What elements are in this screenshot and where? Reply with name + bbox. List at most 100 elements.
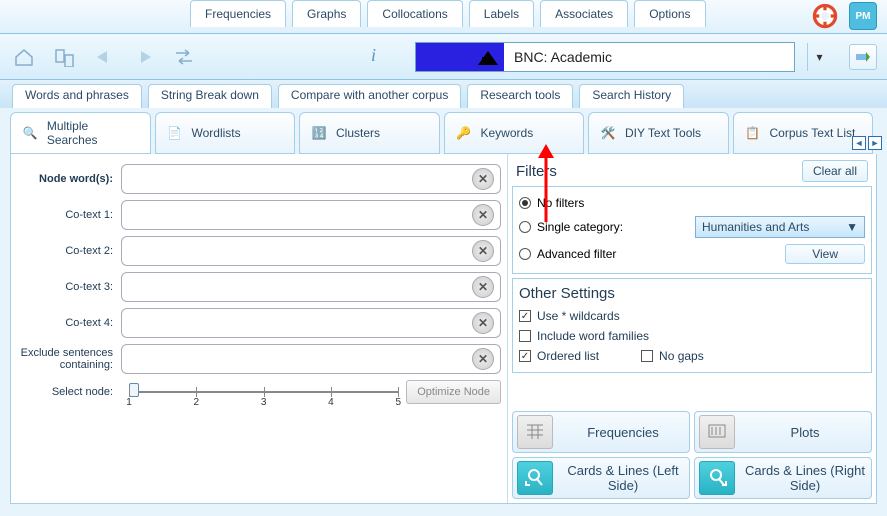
tool-prev-icon[interactable]: ◄ — [852, 136, 866, 150]
cards-left-icon — [517, 461, 553, 495]
corpus-dropdown[interactable]: BNC: Academic — [415, 42, 795, 72]
label-single-category: Single category: — [537, 220, 623, 234]
swap-icon[interactable] — [170, 45, 198, 69]
info-icon[interactable]: i — [371, 45, 395, 69]
label-select-node: Select node: — [17, 386, 121, 398]
tab-options[interactable]: Options — [634, 0, 705, 27]
tool-next-icon[interactable]: ► — [868, 136, 882, 150]
tab-associates[interactable]: Associates — [540, 0, 628, 27]
save-icon[interactable] — [50, 45, 78, 69]
tooltab-wordlists[interactable]: 📄 Wordlists — [155, 112, 296, 154]
diy-icon: 🛠️ — [597, 122, 619, 144]
label-wildcards: Use * wildcards — [537, 309, 620, 323]
label-no-gaps: No gaps — [659, 349, 704, 363]
tab-collocations[interactable]: Collocations — [367, 0, 462, 27]
radio-advanced-filter[interactable] — [519, 248, 531, 260]
tab-search-history[interactable]: Search History — [579, 84, 684, 108]
tab-labels[interactable]: Labels — [469, 0, 534, 27]
slider-tick: 4 — [328, 397, 334, 408]
tab-compare-corpus[interactable]: Compare with another corpus — [278, 84, 461, 108]
clear-icon[interactable]: ✕ — [472, 240, 494, 262]
pm-globe-icon[interactable]: PM — [849, 2, 877, 30]
tooltab-label: DIY Text Tools — [625, 126, 701, 140]
slider-tick: 5 — [395, 397, 401, 408]
checkbox-no-gaps[interactable] — [641, 350, 653, 362]
tooltab-diy-text[interactable]: 🛠️ DIY Text Tools — [588, 112, 729, 154]
cards-right-label: Cards & Lines (Right Side) — [743, 463, 867, 493]
run-button[interactable] — [849, 44, 877, 70]
label-exclude: Exclude sentences containing: — [17, 347, 121, 371]
input-cotext1[interactable]: ✕ — [121, 200, 501, 230]
tab-words-phrases[interactable]: Words and phrases — [12, 84, 142, 108]
plots-label: Plots — [743, 425, 867, 440]
corpus-name: BNC: Academic — [504, 49, 794, 65]
slider-tick: 1 — [126, 397, 132, 408]
clear-icon[interactable]: ✕ — [472, 168, 494, 190]
tab-frequencies[interactable]: Frequencies — [190, 0, 286, 27]
clear-icon[interactable]: ✕ — [472, 348, 494, 370]
clear-icon[interactable]: ✕ — [472, 312, 494, 334]
cards-left-label: Cards & Lines (Left Side) — [561, 463, 685, 493]
forward-icon[interactable] — [130, 45, 158, 69]
radio-no-filters[interactable] — [519, 197, 531, 209]
frequencies-icon — [517, 415, 553, 449]
checkbox-ordered-list[interactable]: ✓ — [519, 350, 531, 362]
label-no-filters: No filters — [537, 196, 584, 210]
select-node-slider[interactable]: 1 2 3 4 5 — [129, 381, 398, 403]
checkbox-word-families[interactable] — [519, 330, 531, 342]
category-value: Humanities and Arts — [702, 220, 809, 234]
corpus-dropdown-arrow[interactable]: ▾ — [807, 43, 831, 71]
plots-button[interactable]: Plots — [694, 411, 872, 453]
tooltab-multiple-searches[interactable]: 🔍 Multiple Searches — [10, 112, 151, 154]
filters-heading: Filters — [516, 163, 557, 180]
label-ordered-list: Ordered list — [537, 349, 599, 363]
help-icon[interactable] — [811, 2, 839, 30]
chevron-down-icon: ▼ — [846, 220, 858, 234]
radio-single-category[interactable] — [519, 221, 531, 233]
label-advanced-filter: Advanced filter — [537, 247, 616, 261]
label-word-families: Include word families — [537, 329, 649, 343]
clear-icon[interactable]: ✕ — [472, 276, 494, 298]
label-node-words: Node word(s): — [17, 173, 121, 185]
optimize-node-button[interactable]: Optimize Node — [406, 380, 501, 404]
checkbox-wildcards[interactable]: ✓ — [519, 310, 531, 322]
cards-right-icon — [699, 461, 735, 495]
keywords-icon: 🔑 — [453, 122, 475, 144]
plots-icon — [699, 415, 735, 449]
clear-icon[interactable]: ✕ — [472, 204, 494, 226]
tooltab-clusters[interactable]: 🔢 Clusters — [299, 112, 440, 154]
corpus-flag-icon — [416, 43, 504, 71]
tab-graphs[interactable]: Graphs — [292, 0, 361, 27]
other-settings-heading: Other Settings — [519, 285, 865, 302]
wordlist-icon: 📄 — [164, 122, 186, 144]
clear-all-button[interactable]: Clear all — [802, 160, 868, 182]
label-cotext2: Co-text 2: — [17, 245, 121, 257]
label-cotext4: Co-text 4: — [17, 317, 121, 329]
clusters-icon: 🔢 — [308, 122, 330, 144]
home-icon[interactable] — [10, 45, 38, 69]
label-cotext1: Co-text 1: — [17, 209, 121, 221]
input-cotext2[interactable]: ✕ — [121, 236, 501, 266]
corpus-list-icon: 📋 — [742, 122, 764, 144]
tooltab-keywords[interactable]: 🔑 Keywords — [444, 112, 585, 154]
tooltab-label: Keywords — [481, 126, 534, 140]
view-button[interactable]: View — [785, 244, 865, 264]
input-cotext4[interactable]: ✕ — [121, 308, 501, 338]
tooltab-label: Clusters — [336, 126, 380, 140]
tab-research-tools[interactable]: Research tools — [467, 84, 573, 108]
cards-left-button[interactable]: Cards & Lines (Left Side) — [512, 457, 690, 499]
cards-right-button[interactable]: Cards & Lines (Right Side) — [694, 457, 872, 499]
frequencies-label: Frequencies — [561, 425, 685, 440]
input-node-words[interactable]: ✕ — [121, 164, 501, 194]
tooltab-label: Multiple Searches — [47, 119, 142, 147]
tab-string-breakdown[interactable]: String Break down — [148, 84, 272, 108]
tooltab-label: Corpus Text List — [770, 126, 856, 140]
input-cotext3[interactable]: ✕ — [121, 272, 501, 302]
multi-search-icon: 🔍 — [19, 122, 41, 144]
back-icon[interactable] — [90, 45, 118, 69]
frequencies-button[interactable]: Frequencies — [512, 411, 690, 453]
input-exclude[interactable]: ✕ — [121, 344, 501, 374]
category-dropdown[interactable]: Humanities and Arts ▼ — [695, 216, 865, 238]
slider-tick: 3 — [261, 397, 267, 408]
tooltab-label: Wordlists — [192, 126, 241, 140]
